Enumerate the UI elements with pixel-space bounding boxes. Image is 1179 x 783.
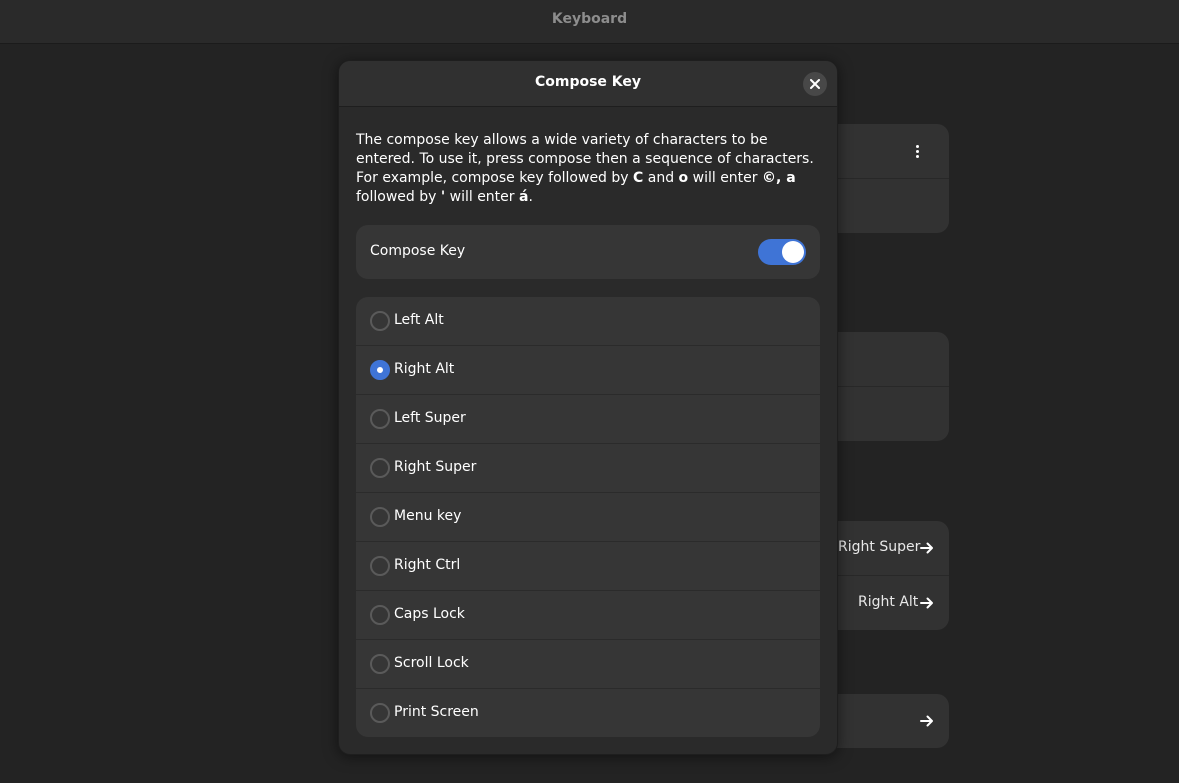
option-row[interactable]: Left Alt [356,297,820,346]
option-row[interactable]: Print Screen [356,689,820,737]
radio-button[interactable] [370,458,390,478]
option-label: Left Alt [394,312,444,328]
arrow-right-icon[interactable] [919,540,935,556]
switch-knob [782,241,804,263]
bg-separator [836,178,949,179]
option-row[interactable]: Left Super [356,395,820,444]
bg-separator [836,575,949,576]
close-icon [810,79,820,89]
alternate-chars-key-value: Right Super [838,539,921,555]
bg-separator [836,386,949,387]
arrow-right-icon[interactable] [919,595,935,611]
compose-key-toggle-row: Compose Key [356,225,820,279]
radio-button[interactable] [370,703,390,723]
option-label: Right Ctrl [394,557,461,573]
radio-button[interactable] [370,507,390,527]
dialog-description: The compose key allows a wide variety of… [356,132,814,205]
option-label: Right Alt [394,361,455,377]
option-row[interactable]: Right Ctrl [356,542,820,591]
window-title: Keyboard [551,11,628,27]
radio-button[interactable] [370,409,390,429]
radio-button[interactable] [370,556,390,576]
option-label: Scroll Lock [394,655,469,671]
option-row[interactable]: Menu key [356,493,820,542]
radio-button[interactable] [370,605,390,625]
option-label: Caps Lock [394,606,465,622]
headerbar: Keyboard [0,0,1179,44]
compose-key-dialog: Compose Key The compose key allows a wid… [338,60,838,755]
option-row[interactable]: Right Alt [356,346,820,395]
compose-key-toggle-label: Compose Key [370,243,466,259]
close-button[interactable] [803,72,827,96]
arrow-right-icon[interactable] [919,713,935,729]
option-label: Right Super [394,459,477,475]
option-row[interactable]: Right Super [356,444,820,493]
compose-key-switch[interactable] [758,239,806,265]
option-row[interactable]: Scroll Lock [356,640,820,689]
dialog-title: Compose Key [534,74,642,90]
option-label: Left Super [394,410,466,426]
option-label: Menu key [394,508,462,524]
option-row[interactable]: Caps Lock [356,591,820,640]
option-label: Print Screen [394,704,479,720]
radio-button[interactable] [370,360,390,380]
compose-key-options-list: Left Alt Right Alt Left Super Right Super Me… [356,297,820,737]
radio-button[interactable] [370,311,390,331]
compose-key-value: Right Alt [858,594,919,610]
radio-button[interactable] [370,654,390,674]
dialog-header: Compose Key [339,61,837,107]
more-options-icon[interactable] [916,145,920,159]
